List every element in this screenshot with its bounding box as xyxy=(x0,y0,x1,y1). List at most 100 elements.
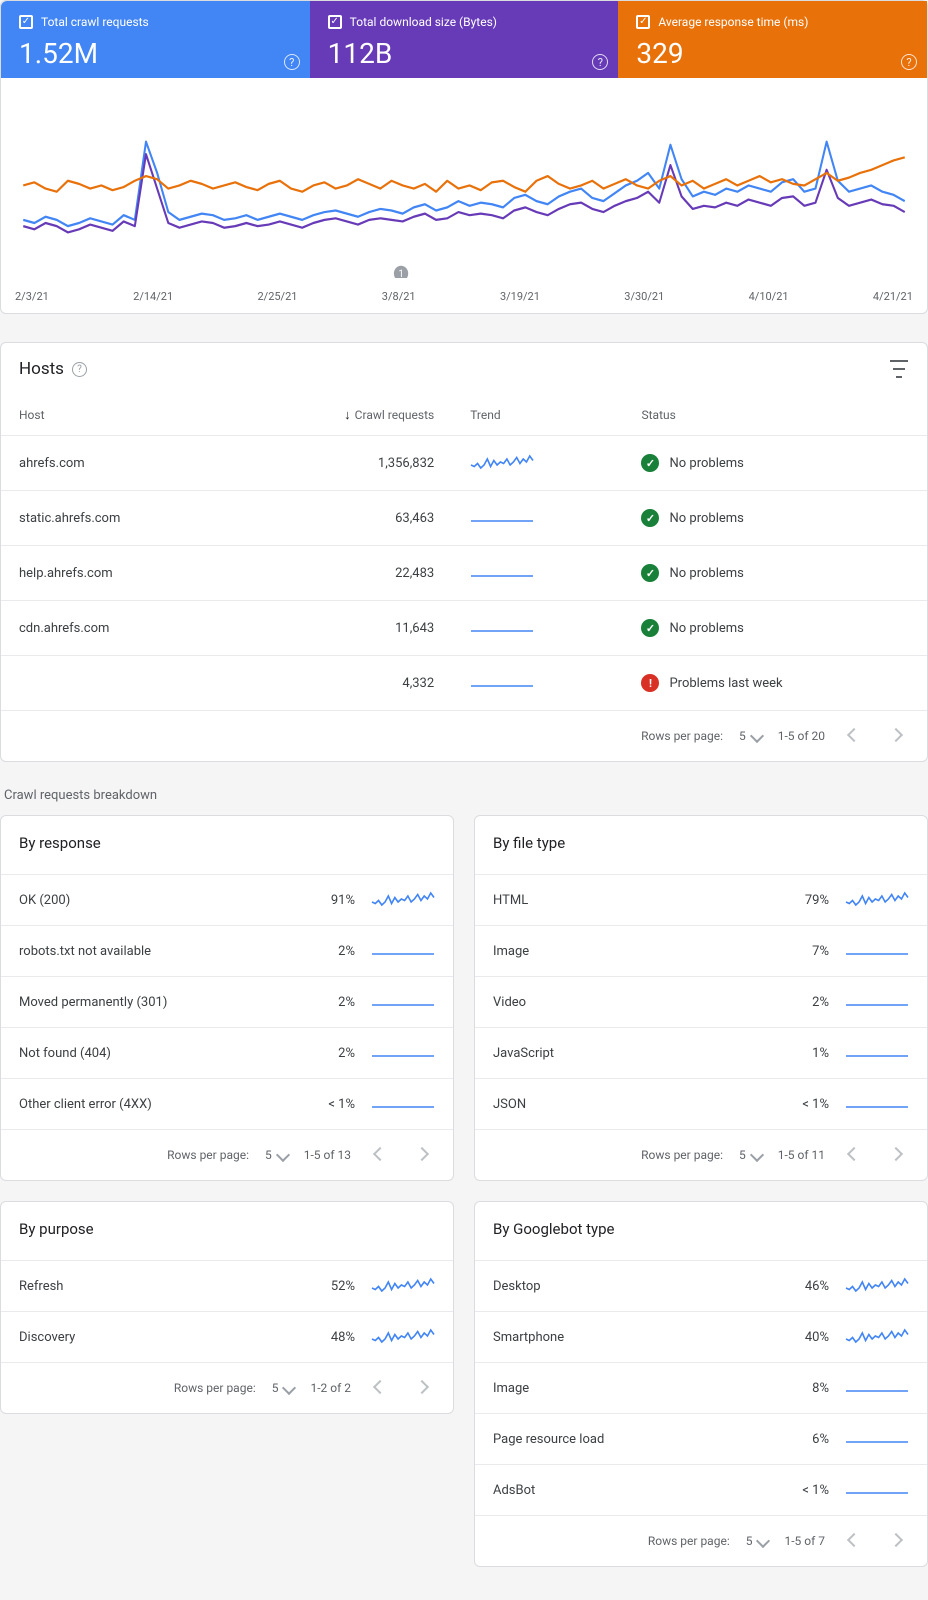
stat-bar: ✓ Total crawl requests 1.52M ? ✓ Total d… xyxy=(1,1,927,78)
breakdown-row[interactable]: OK (200) 91% xyxy=(1,874,453,925)
pager-range: 1-5 of 7 xyxy=(784,1534,825,1548)
help-icon[interactable]: ? xyxy=(592,54,608,70)
breakdown-row[interactable]: Image 8% xyxy=(475,1362,927,1413)
row-label: Discovery xyxy=(19,1330,307,1345)
pager-next[interactable] xyxy=(883,1142,909,1168)
checkbox-icon[interactable]: ✓ xyxy=(328,15,342,29)
breakdown-row[interactable]: Video 2% xyxy=(475,976,927,1027)
help-icon[interactable]: ? xyxy=(901,54,917,70)
breakdown-row[interactable]: Desktop 46% xyxy=(475,1260,927,1311)
stat-label: Total crawl requests xyxy=(41,15,149,29)
breakdown-pager: Rows per page: 5 1-5 of 7 xyxy=(475,1515,927,1566)
pager-next[interactable] xyxy=(409,1142,435,1168)
row-trend xyxy=(371,1042,435,1064)
xtick: 2/14/21 xyxy=(133,290,173,303)
row-label: Moved permanently (301) xyxy=(19,995,307,1010)
check-circle-icon: ✓ xyxy=(641,619,659,637)
breakdown-row[interactable]: Other client error (4XX) < 1% xyxy=(1,1078,453,1129)
breakdown-row[interactable]: Discovery 48% xyxy=(1,1311,453,1362)
check-circle-icon: ✓ xyxy=(641,509,659,527)
pager-prev[interactable] xyxy=(367,1142,393,1168)
breakdown-row[interactable]: JavaScript 1% xyxy=(475,1027,927,1078)
host-cell: ahrefs.com xyxy=(1,436,236,491)
checkbox-icon[interactable]: ✓ xyxy=(19,15,33,29)
stat-card-requests[interactable]: ✓ Total crawl requests 1.52M ? xyxy=(1,1,310,78)
table-row[interactable]: ahrefs.com 1,356,832 ✓ No problems xyxy=(1,436,927,491)
pager-label: Rows per page: xyxy=(167,1148,249,1162)
row-label: Desktop xyxy=(493,1279,781,1294)
col-crawl[interactable]: ↓Crawl requests xyxy=(236,395,452,436)
breakdown-row[interactable]: AdsBot < 1% xyxy=(475,1464,927,1515)
pager-prev[interactable] xyxy=(841,1142,867,1168)
breakdown-title: By file type xyxy=(475,816,927,874)
col-trend[interactable]: Trend xyxy=(452,395,623,436)
crawl-cell: 4,332 xyxy=(236,656,452,711)
breakdown-card-googlebot: By Googlebot type Desktop 46% Smartphone… xyxy=(474,1201,928,1567)
stat-label: Total download size (Bytes) xyxy=(350,15,497,29)
pager-range: 1-5 of 13 xyxy=(304,1148,351,1162)
row-pct: 46% xyxy=(781,1279,829,1294)
pager-size-select[interactable]: 5 xyxy=(746,1534,769,1548)
pager-range: 1-5 of 11 xyxy=(778,1148,825,1162)
row-label: AdsBot xyxy=(493,1483,781,1498)
pager-size-select[interactable]: 5 xyxy=(739,729,762,743)
row-pct: 2% xyxy=(781,995,829,1010)
breakdown-grid: By response OK (200) 91% robots.txt not … xyxy=(0,815,928,1567)
breakdown-row[interactable]: JSON < 1% xyxy=(475,1078,927,1129)
row-label: Video xyxy=(493,995,781,1010)
row-pct: 8% xyxy=(781,1381,829,1396)
xtick: 2/3/21 xyxy=(15,290,49,303)
pager-prev[interactable] xyxy=(367,1375,393,1401)
table-row[interactable]: cdn.ahrefs.com 11,643 ✓ No problems xyxy=(1,601,927,656)
trend-cell xyxy=(452,436,623,491)
row-label: OK (200) xyxy=(19,893,307,908)
table-row[interactable]: 4,332 ! Problems last week xyxy=(1,656,927,711)
help-icon[interactable]: ? xyxy=(284,54,300,70)
breakdown-row[interactable]: Not found (404) 2% xyxy=(1,1027,453,1078)
breakdown-row[interactable]: Smartphone 40% xyxy=(475,1311,927,1362)
pager-size-select[interactable]: 5 xyxy=(272,1381,295,1395)
crawl-cell: 22,483 xyxy=(236,546,452,601)
breakdown-row[interactable]: Moved permanently (301) 2% xyxy=(1,976,453,1027)
breakdown-row[interactable]: HTML 79% xyxy=(475,874,927,925)
pager-next[interactable] xyxy=(409,1375,435,1401)
pager-prev[interactable] xyxy=(841,1528,867,1554)
row-trend xyxy=(371,889,435,911)
trend-cell xyxy=(452,656,623,711)
pager-next[interactable] xyxy=(883,1528,909,1554)
row-label: Refresh xyxy=(19,1279,307,1294)
breakdown-row[interactable]: robots.txt not available 2% xyxy=(1,925,453,976)
alert-circle-icon: ! xyxy=(641,674,659,692)
checkbox-icon[interactable]: ✓ xyxy=(636,15,650,29)
xtick: 3/19/21 xyxy=(500,290,540,303)
col-status[interactable]: Status xyxy=(623,395,927,436)
chevron-down-icon xyxy=(276,1148,290,1162)
row-trend xyxy=(845,940,909,962)
stat-label: Average response time (ms) xyxy=(658,15,808,29)
row-label: Page resource load xyxy=(493,1432,781,1447)
row-label: robots.txt not available xyxy=(19,944,307,959)
stat-card-download[interactable]: ✓ Total download size (Bytes) 112B ? xyxy=(310,1,619,78)
table-row[interactable]: help.ahrefs.com 22,483 ✓ No problems xyxy=(1,546,927,601)
pager-size-select[interactable]: 5 xyxy=(739,1148,762,1162)
row-label: Image xyxy=(493,1381,781,1396)
breakdown-row[interactable]: Image 7% xyxy=(475,925,927,976)
row-label: JavaScript xyxy=(493,1046,781,1061)
pager-size-select[interactable]: 5 xyxy=(265,1148,288,1162)
stat-value: 329 xyxy=(636,37,909,70)
breakdown-pager: Rows per page: 5 1-5 of 11 xyxy=(475,1129,927,1180)
table-row[interactable]: static.ahrefs.com 63,463 ✓ No problems xyxy=(1,491,927,546)
status-text: No problems xyxy=(669,511,743,526)
stat-card-response[interactable]: ✓ Average response time (ms) 329 ? xyxy=(618,1,927,78)
breakdown-row[interactable]: Refresh 52% xyxy=(1,1260,453,1311)
help-icon[interactable]: ? xyxy=(72,362,87,377)
breakdown-card-response: By response OK (200) 91% robots.txt not … xyxy=(0,815,454,1181)
pager-next[interactable] xyxy=(883,723,909,749)
pager-prev[interactable] xyxy=(841,723,867,749)
breakdown-title: By response xyxy=(1,816,453,874)
filter-icon[interactable] xyxy=(889,360,909,378)
breakdown-row[interactable]: Page resource load 6% xyxy=(475,1413,927,1464)
row-pct: 91% xyxy=(307,893,355,908)
status-text: No problems xyxy=(669,566,743,581)
col-host[interactable]: Host xyxy=(1,395,236,436)
